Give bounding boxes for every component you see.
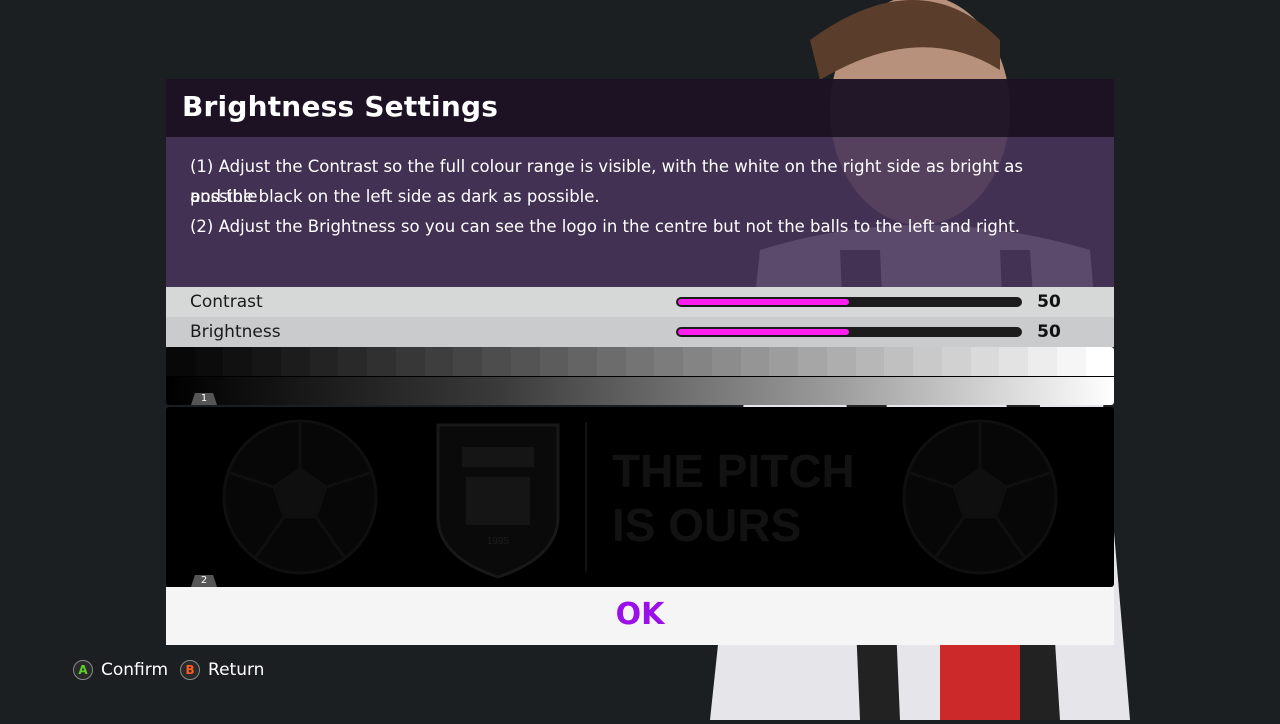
a-button-icon: A bbox=[73, 660, 93, 680]
brightness-value: 50 bbox=[1037, 322, 1061, 342]
grayscale-step bbox=[424, 347, 454, 376]
confirm-hint[interactable]: A Confirm bbox=[73, 660, 168, 680]
grayscale-step bbox=[769, 347, 799, 376]
grayscale-step bbox=[597, 347, 626, 376]
contrast-value: 50 bbox=[1037, 292, 1061, 312]
pes-shield-logo bbox=[436, 423, 560, 579]
contrast-slider[interactable] bbox=[676, 297, 1022, 307]
grayscale-step bbox=[309, 347, 339, 376]
soccer-ball-right-icon bbox=[902, 419, 1058, 575]
b-button-icon: B bbox=[180, 660, 201, 680]
slogan-line-1: THE PITCH bbox=[612, 445, 855, 497]
slogan-line-2: IS OURS bbox=[612, 499, 801, 551]
dialog-header: Brightness Settings bbox=[166, 79, 1114, 137]
contrast-slider-fill bbox=[678, 299, 849, 305]
grayscale-step-bar bbox=[166, 347, 1114, 376]
grayscale-step bbox=[740, 347, 770, 376]
grayscale-step bbox=[654, 347, 684, 376]
contrast-test-ramp: 1 bbox=[166, 347, 1114, 405]
grayscale-step bbox=[970, 347, 1000, 376]
confirm-label: Confirm bbox=[101, 660, 169, 680]
brightness-slider[interactable] bbox=[676, 327, 1022, 337]
grayscale-step bbox=[1085, 347, 1114, 376]
return-hint[interactable]: B Return bbox=[180, 660, 264, 680]
grayscale-step bbox=[884, 347, 914, 376]
grayscale-step bbox=[166, 347, 195, 376]
logo-year: 1995 bbox=[487, 536, 510, 547]
grayscale-step bbox=[941, 347, 971, 376]
grayscale-step bbox=[826, 347, 856, 376]
grayscale-step bbox=[798, 347, 827, 376]
grayscale-step bbox=[252, 347, 281, 376]
grayscale-step bbox=[855, 347, 885, 376]
grayscale-step bbox=[510, 347, 540, 376]
grayscale-step bbox=[223, 347, 253, 376]
dialog-title: Brightness Settings bbox=[182, 90, 499, 123]
instruction-line-3: (2) Adjust the Brightness so you can see… bbox=[190, 217, 1021, 236]
grayscale-step bbox=[625, 347, 655, 376]
grayscale-step bbox=[568, 347, 598, 376]
grayscale-step bbox=[194, 347, 224, 376]
grayscale-step bbox=[683, 347, 712, 376]
brightness-slider-fill bbox=[678, 329, 849, 335]
brightness-label: Brightness bbox=[190, 322, 281, 342]
brightness-test-logo-panel: 1995 THE PITCH IS OURS 2 bbox=[166, 407, 1114, 587]
grayscale-step bbox=[999, 347, 1029, 376]
grayscale-step bbox=[395, 347, 425, 376]
ok-button[interactable]: OK bbox=[166, 587, 1114, 645]
grayscale-step bbox=[280, 347, 310, 376]
grayscale-step bbox=[453, 347, 483, 376]
ramp-tag: 1 bbox=[191, 393, 217, 405]
grayscale-step bbox=[1028, 347, 1057, 376]
soccer-ball-left-icon bbox=[222, 419, 378, 575]
return-label: Return bbox=[208, 660, 265, 680]
grayscale-step bbox=[539, 347, 569, 376]
contrast-row[interactable]: Contrast 50 bbox=[166, 287, 1114, 317]
grayscale-gradient-bar bbox=[166, 377, 1114, 405]
controller-hints: A Confirm B Return bbox=[73, 659, 276, 681]
instruction-line-2: and the black on the left side as dark a… bbox=[190, 187, 600, 206]
grayscale-step bbox=[338, 347, 368, 376]
instructions-panel: (1) Adjust the Contrast so the full colo… bbox=[166, 137, 1114, 287]
logo-tag: 2 bbox=[191, 575, 217, 587]
ok-label: OK bbox=[615, 597, 665, 632]
grayscale-step bbox=[367, 347, 396, 376]
brightness-row[interactable]: Brightness 50 bbox=[166, 317, 1114, 347]
grayscale-step bbox=[913, 347, 942, 376]
grayscale-step bbox=[711, 347, 741, 376]
grayscale-step bbox=[1056, 347, 1086, 376]
contrast-label: Contrast bbox=[190, 292, 263, 312]
grayscale-step bbox=[482, 347, 511, 376]
brightness-settings-dialog: Brightness Settings (1) Adjust the Contr… bbox=[166, 79, 1114, 645]
